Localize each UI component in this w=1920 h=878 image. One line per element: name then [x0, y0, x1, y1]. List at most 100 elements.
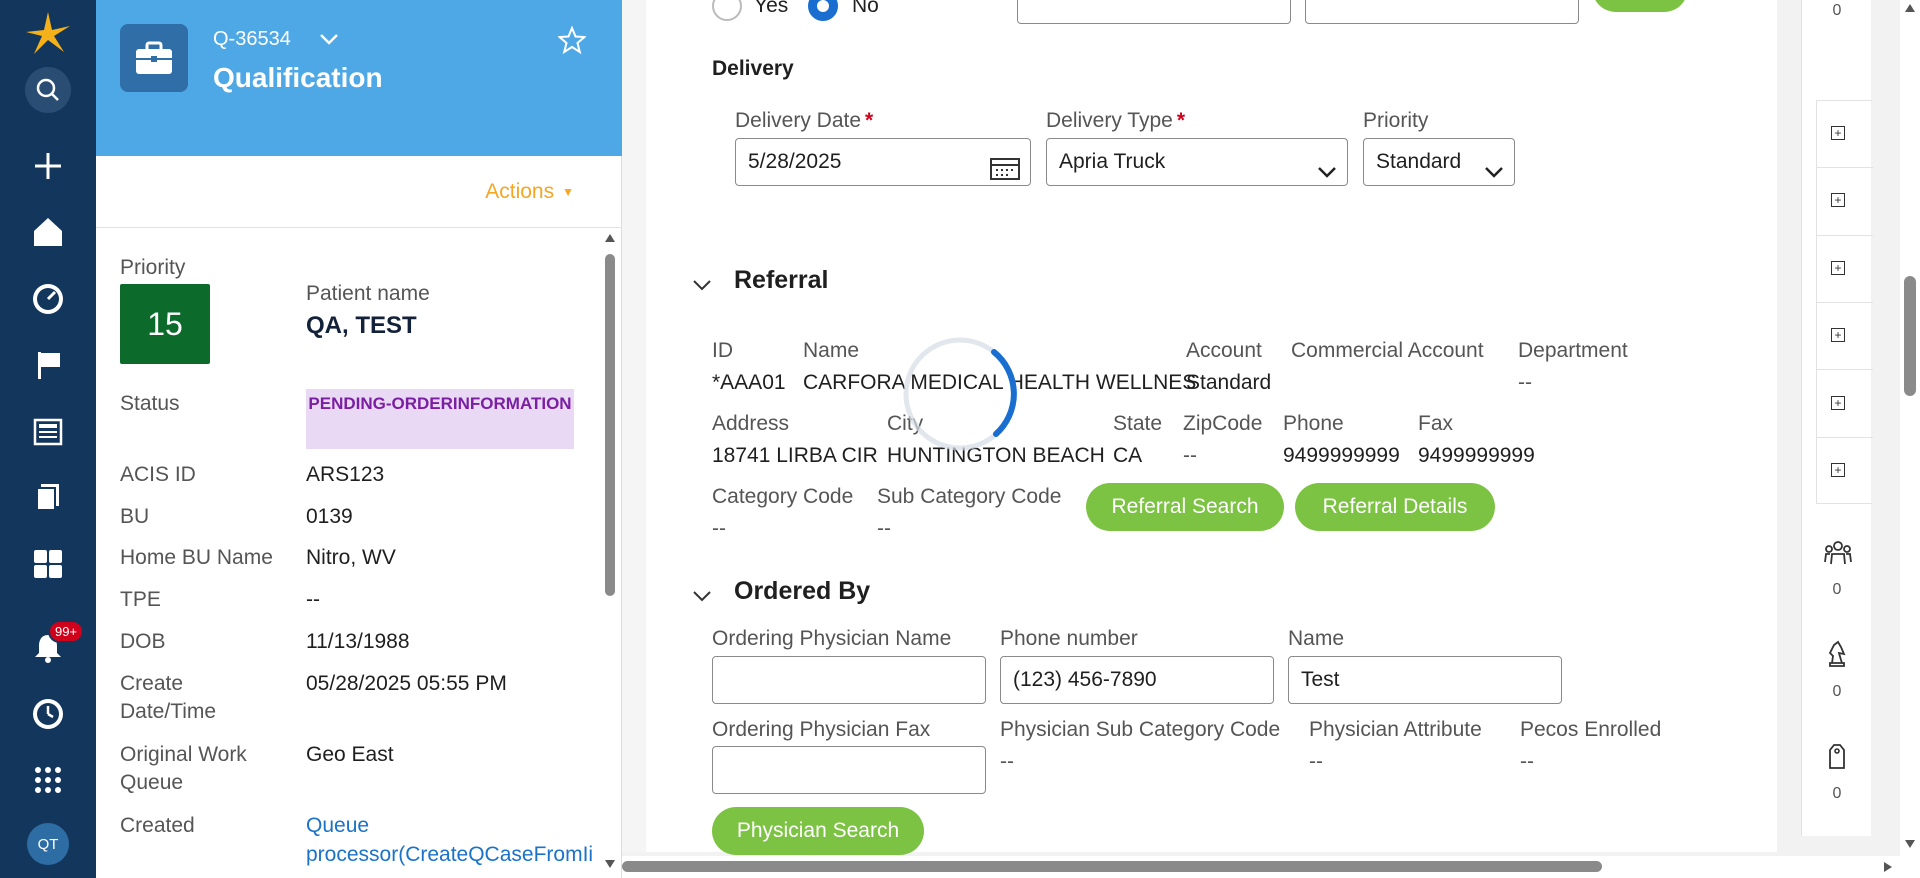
search-icon[interactable] — [0, 66, 96, 114]
delivery-priority-select[interactable]: Standard — [1363, 138, 1515, 186]
page-horizontal-scrollbar[interactable] — [622, 856, 1920, 878]
created-by-link-line2[interactable]: processor(CreateQCaseFromIi — [306, 841, 593, 869]
divider — [1817, 167, 1873, 168]
ordering-name-input[interactable]: Test — [1288, 656, 1562, 704]
chevron-down-icon[interactable] — [318, 28, 340, 55]
physician-subcategory-label: Physician Sub Category Code — [1000, 718, 1281, 741]
app-nav-rail: 99+ QT — [0, 0, 96, 878]
physician-attribute-value: -- — [1309, 750, 1323, 773]
referral-commercial-account-label: Commercial Account — [1291, 339, 1484, 362]
expand-plus-icon[interactable]: + — [1831, 328, 1845, 342]
collapse-referral-icon[interactable] — [691, 274, 713, 301]
expand-plus-icon[interactable]: + — [1831, 193, 1845, 207]
home-icon[interactable] — [0, 208, 96, 256]
case-title: Qualification — [213, 62, 383, 93]
delivery-date-value: 5/28/2025 — [748, 150, 842, 173]
create-datetime-value: 05/28/2025 05:55 PM — [306, 672, 507, 695]
create-datetime-label-line1: Create — [120, 672, 184, 695]
referral-address-label: Address — [712, 412, 790, 435]
scrollbar-thumb[interactable] — [605, 254, 615, 596]
content-gutter — [622, 0, 646, 852]
divider — [1817, 437, 1873, 438]
original-work-queue-label-line1: Original Work — [120, 743, 247, 766]
expand-plus-icon[interactable]: + — [1831, 126, 1845, 140]
dashboard-icon[interactable] — [0, 275, 96, 323]
tpe-label: TPE — [120, 588, 161, 611]
referral-search-button[interactable]: Referral Search — [1086, 483, 1284, 531]
caret-down-icon: ▼ — [562, 185, 574, 200]
case-panel-scrollbar[interactable] — [602, 230, 618, 870]
home-bu-value: Nitro, WV — [306, 546, 396, 569]
expand-plus-icon[interactable]: + — [1831, 396, 1845, 410]
apps-grid-icon[interactable] — [0, 540, 96, 588]
user-avatar[interactable]: QT — [0, 820, 96, 868]
chess-knight-icon[interactable] — [1824, 640, 1850, 673]
case-summary-panel: Q-36534 Qualification Actions ▼ Priority … — [96, 0, 622, 878]
radio-yes[interactable] — [712, 0, 742, 21]
flag-icon[interactable] — [0, 341, 96, 389]
top-action-button[interactable] — [1592, 0, 1688, 12]
dob-label: DOB — [120, 630, 166, 653]
team-count: 0 — [1832, 581, 1842, 598]
top-field-1[interactable] — [1017, 0, 1291, 24]
referral-zip-label: ZipCode — [1183, 412, 1263, 435]
loading-spinner-icon — [903, 337, 1017, 451]
history-icon[interactable] — [0, 690, 96, 738]
launcher-icon[interactable] — [0, 756, 96, 804]
radio-no[interactable] — [808, 0, 838, 21]
scroll-right-arrow-icon[interactable] — [1884, 862, 1892, 872]
scrollbar-thumb[interactable] — [1904, 276, 1916, 396]
expand-group: + + + + + + — [1816, 100, 1873, 504]
original-work-queue-value: Geo East — [306, 743, 394, 766]
scrollbar-thumb[interactable] — [622, 861, 1602, 872]
case-header: Q-36534 Qualification — [96, 0, 622, 156]
bu-label: BU — [120, 505, 150, 528]
actions-row: Actions ▼ — [96, 156, 622, 228]
scroll-up-arrow-icon[interactable] — [1905, 4, 1915, 12]
patient-name: QA, TEST — [306, 312, 417, 339]
scroll-up-arrow-icon[interactable] — [605, 234, 615, 242]
news-icon[interactable] — [0, 408, 96, 456]
main-content: Yes No Delivery Delivery Date * 5/28/2025… — [622, 0, 1777, 855]
plus-icon[interactable] — [0, 142, 96, 190]
ordering-phone-input[interactable]: (123) 456-7890 — [1000, 656, 1274, 704]
utility-count-top: 0 — [1832, 2, 1842, 19]
ordering-physician-name-input[interactable] — [712, 656, 986, 704]
divider — [1817, 302, 1873, 303]
actions-menu-button[interactable]: Actions ▼ — [485, 180, 574, 204]
radio-yes-label: Yes — [754, 0, 789, 17]
documents-icon[interactable] — [0, 473, 96, 521]
delivery-type-value: Apria Truck — [1059, 150, 1166, 173]
tag-count: 0 — [1832, 785, 1842, 802]
scroll-down-arrow-icon[interactable] — [605, 860, 615, 868]
physician-attribute-label: Physician Attribute — [1309, 718, 1482, 741]
physician-search-button[interactable]: Physician Search — [712, 807, 924, 855]
ordering-physician-fax-input[interactable] — [712, 746, 986, 794]
bell-icon[interactable]: 99+ — [0, 620, 96, 672]
scroll-down-arrow-icon[interactable] — [1905, 840, 1915, 848]
referral-details-button[interactable]: Referral Details — [1295, 483, 1495, 531]
ordering-phone-label: Phone number — [1000, 627, 1138, 650]
created-label: Created — [120, 814, 195, 837]
page-vertical-scrollbar[interactable] — [1900, 0, 1920, 856]
referral-account-value: Standard — [1186, 371, 1272, 394]
calendar-icon[interactable] — [990, 151, 1020, 197]
bu-value: 0139 — [306, 505, 353, 528]
created-by-link-line1[interactable]: Queue — [306, 812, 369, 840]
tag-icon[interactable] — [1824, 742, 1850, 775]
team-icon[interactable] — [1824, 538, 1852, 571]
expand-plus-icon[interactable]: + — [1831, 261, 1845, 275]
notification-badge: 99+ — [48, 620, 85, 643]
top-field-2[interactable] — [1305, 0, 1579, 24]
logo-icon[interactable] — [0, 10, 96, 58]
referral-fax-label: Fax — [1418, 412, 1454, 435]
expand-plus-icon[interactable]: + — [1831, 463, 1845, 477]
divider — [1817, 235, 1873, 236]
avatar-initials: QT — [27, 823, 69, 865]
star-icon[interactable] — [556, 25, 588, 59]
actions-label: Actions — [485, 180, 555, 203]
delivery-date-input[interactable]: 5/28/2025 — [735, 138, 1031, 186]
home-bu-label: Home BU Name — [120, 546, 273, 569]
delivery-type-select[interactable]: Apria Truck — [1046, 138, 1348, 186]
collapse-ordered-by-icon[interactable] — [691, 585, 713, 612]
